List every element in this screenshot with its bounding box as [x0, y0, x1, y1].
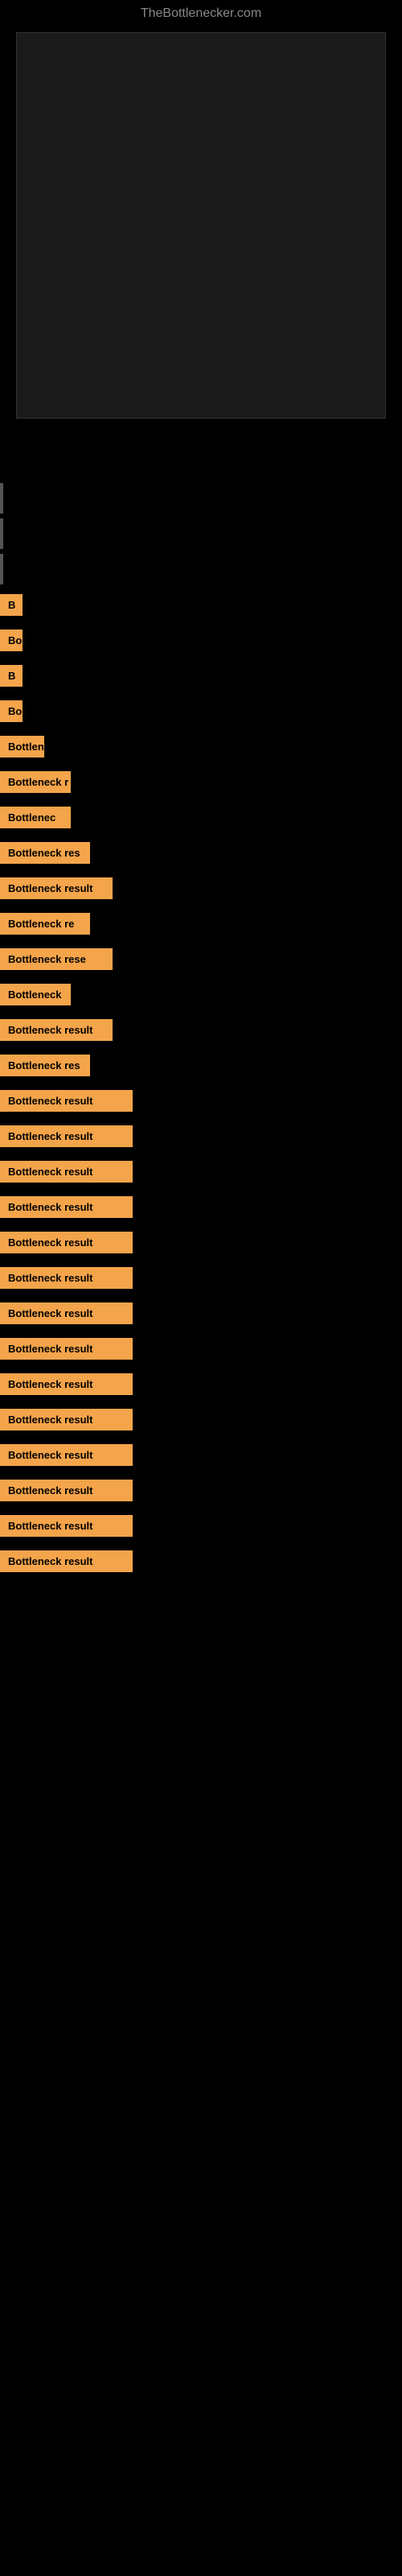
result-item-9: Bottleneck r	[0, 766, 402, 797]
result-label-25[interactable]: Bottleneck result	[0, 1338, 133, 1360]
result-item-27: Bottleneck result	[0, 1404, 402, 1435]
result-label-24[interactable]: Bottleneck result	[0, 1302, 133, 1324]
result-item-4: B	[0, 589, 402, 620]
result-label-19[interactable]: Bottleneck result	[0, 1125, 133, 1147]
result-item-29: Bottleneck result	[0, 1475, 402, 1505]
result-item-17: Bottleneck res	[0, 1050, 402, 1080]
result-label-11[interactable]: Bottleneck res	[0, 842, 90, 864]
result-item-12: Bottleneck result	[0, 873, 402, 903]
result-item-24: Bottleneck result	[0, 1298, 402, 1328]
chart-inner	[16, 32, 386, 419]
result-item-1	[0, 483, 402, 514]
result-label-10[interactable]: Bottlenec	[0, 807, 71, 828]
result-item-13: Bottleneck re	[0, 908, 402, 939]
result-label-20[interactable]: Bottleneck result	[0, 1161, 133, 1183]
result-item-28: Bottleneck result	[0, 1439, 402, 1470]
result-item-7: Bo	[0, 696, 402, 726]
result-item-20: Bottleneck result	[0, 1156, 402, 1187]
result-label-30[interactable]: Bottleneck result	[0, 1515, 133, 1537]
result-item-23: Bottleneck result	[0, 1262, 402, 1293]
result-label-18[interactable]: Bottleneck result	[0, 1090, 133, 1112]
result-label-23[interactable]: Bottleneck result	[0, 1267, 133, 1289]
result-item-30: Bottleneck result	[0, 1510, 402, 1541]
result-label-14[interactable]: Bottleneck rese	[0, 948, 113, 970]
result-label-21[interactable]: Bottleneck result	[0, 1196, 133, 1218]
result-item-3	[0, 554, 402, 584]
result-item-18: Bottleneck result	[0, 1085, 402, 1116]
result-label-26[interactable]: Bottleneck result	[0, 1373, 133, 1395]
result-label-5[interactable]: Bo	[0, 630, 23, 651]
result-label-16[interactable]: Bottleneck result	[0, 1019, 113, 1041]
chart-area	[0, 32, 402, 451]
side-indicator	[0, 518, 3, 549]
result-label-9[interactable]: Bottleneck r	[0, 771, 71, 793]
result-label-17[interactable]: Bottleneck res	[0, 1055, 90, 1076]
site-title: TheBottlenecker.com	[0, 0, 402, 24]
result-item-16: Bottleneck result	[0, 1014, 402, 1045]
result-label-13[interactable]: Bottleneck re	[0, 913, 90, 935]
result-item-2	[0, 518, 402, 549]
result-item-6: B	[0, 660, 402, 691]
result-item-25: Bottleneck result	[0, 1333, 402, 1364]
result-item-19: Bottleneck result	[0, 1121, 402, 1151]
result-item-5: Bo	[0, 625, 402, 655]
side-indicator	[0, 483, 3, 514]
result-label-7[interactable]: Bo	[0, 700, 23, 722]
result-item-14: Bottleneck rese	[0, 943, 402, 974]
result-label-29[interactable]: Bottleneck result	[0, 1480, 133, 1501]
result-label-28[interactable]: Bottleneck result	[0, 1444, 133, 1466]
result-item-22: Bottleneck result	[0, 1227, 402, 1257]
site-header: TheBottlenecker.com	[0, 0, 402, 24]
result-label-8[interactable]: Bottlen	[0, 736, 44, 758]
result-item-21: Bottleneck result	[0, 1191, 402, 1222]
result-item-8: Bottlen	[0, 731, 402, 762]
result-label-6[interactable]: B	[0, 665, 23, 687]
result-item-31: Bottleneck result	[0, 1546, 402, 1576]
result-label-22[interactable]: Bottleneck result	[0, 1232, 133, 1253]
result-item-26: Bottleneck result	[0, 1368, 402, 1399]
result-label-15[interactable]: Bottleneck	[0, 984, 71, 1005]
section-gap-1	[0, 451, 402, 475]
result-item-11: Bottleneck res	[0, 837, 402, 868]
result-label-4[interactable]: B	[0, 594, 23, 616]
result-label-27[interactable]: Bottleneck result	[0, 1409, 133, 1430]
result-label-12[interactable]: Bottleneck result	[0, 877, 113, 899]
result-item-10: Bottlenec	[0, 802, 402, 832]
result-items-container: B Bo B Bo Bottlen Bottleneck r Bottlenec Bottle…	[0, 475, 402, 1589]
result-item-15: Bottleneck	[0, 979, 402, 1009]
side-indicator	[0, 554, 3, 584]
result-label-31[interactable]: Bottleneck result	[0, 1550, 133, 1572]
